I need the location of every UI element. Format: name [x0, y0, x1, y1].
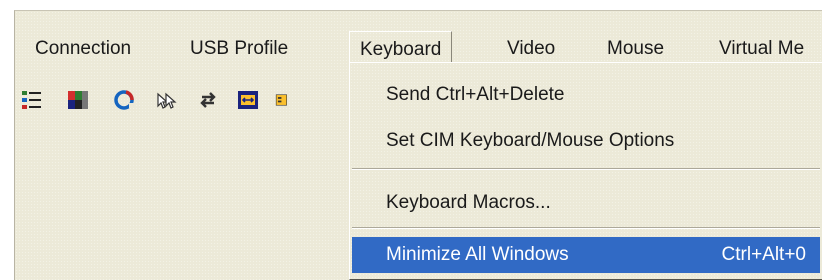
- properties-list-icon[interactable]: [19, 87, 45, 113]
- partially-hidden-icon[interactable]: [275, 87, 289, 113]
- single-cursor-icon[interactable]: [153, 87, 179, 113]
- menu-item-cim-options[interactable]: Set CIM Keyboard/Mouse Options: [352, 123, 820, 159]
- color-calibration-icon[interactable]: [65, 87, 91, 113]
- refresh-icon[interactable]: [111, 87, 137, 113]
- menu-item-label: Keyboard Macros...: [386, 192, 551, 213]
- sync-arrows-icon[interactable]: [195, 87, 221, 113]
- application-window: Connection USB Profile Keyboard Video Mo…: [14, 10, 822, 280]
- menu-item-send-ctrl-alt-delete[interactable]: Send Ctrl+Alt+Delete: [352, 77, 820, 113]
- menu-item-label: Minimize All Windows: [386, 244, 569, 265]
- menu-separator: [352, 227, 820, 229]
- toolbar: [19, 81, 359, 121]
- keyboard-menu-dropdown: Send Ctrl+Alt+Delete Set CIM Keyboard/Mo…: [349, 62, 822, 280]
- menu-usb-profile[interactable]: USB Profile: [180, 31, 298, 67]
- fit-to-window-icon[interactable]: [235, 87, 261, 113]
- menu-item-label: Send Ctrl+Alt+Delete: [386, 84, 565, 105]
- menu-item-minimize-all-windows[interactable]: Minimize All Windows Ctrl+Alt+0: [352, 237, 820, 273]
- menu-item-shortcut: Ctrl+Alt+0: [721, 244, 806, 265]
- menu-connection[interactable]: Connection: [25, 31, 141, 67]
- menu-separator: [352, 168, 820, 170]
- menu-item-keyboard-macros[interactable]: Keyboard Macros...: [352, 185, 820, 221]
- menu-item-label: Set CIM Keyboard/Mouse Options: [386, 130, 675, 151]
